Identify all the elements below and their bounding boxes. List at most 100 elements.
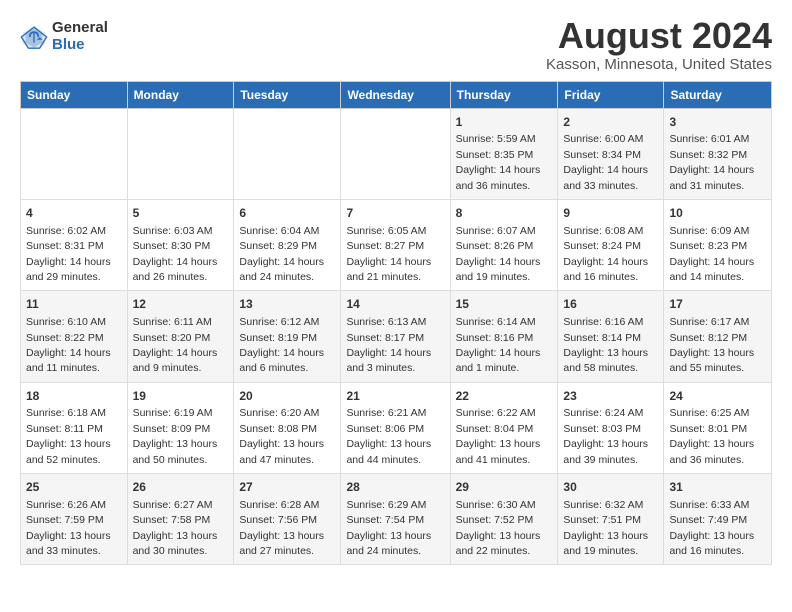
calendar-cell: 25 Sunrise: 6:26 AM Sunset: 7:59 PM Dayli… [21, 474, 128, 565]
calendar-cell: 27Sunrise: 6:28 AM Sunset: 7:56 PM Dayli… [234, 474, 341, 565]
calendar-cell [127, 108, 234, 199]
calendar-cell [21, 108, 128, 199]
day-info: Sunrise: 6:29 AM Sunset: 7:54 PM Dayligh… [346, 499, 431, 557]
calendar-cell: 14 Sunrise: 6:13 AM Sunset: 8:17 PM Dayli… [341, 291, 450, 382]
day-info: Sunrise: 6:26 AM Sunset: 7:59 PM Dayligh… [26, 499, 111, 557]
calendar-cell: 4 Sunrise: 6:02 AM Sunset: 8:31 PM Daylig… [21, 199, 128, 290]
day-number: 2 [563, 114, 658, 131]
day-number: 24 [669, 388, 766, 405]
day-info: Sunrise: 6:32 AM Sunset: 7:51 PM Dayligh… [563, 499, 648, 557]
day-info: Sunrise: 6:27 AM Sunset: 7:58 PM Dayligh… [133, 499, 218, 557]
calendar-cell: 18 Sunrise: 6:18 AM Sunset: 8:11 PM Dayli… [21, 382, 128, 473]
col-sunday: Sunday [21, 81, 128, 108]
calendar-cell: 13Sunrise: 6:12 AM Sunset: 8:19 PM Dayli… [234, 291, 341, 382]
day-number: 4 [26, 205, 122, 222]
day-info: Sunrise: 6:04 AM Sunset: 8:29 PM Dayligh… [239, 225, 324, 283]
day-info: Sunrise: 6:07 AM Sunset: 8:26 PM Dayligh… [456, 225, 541, 283]
calendar-week-4: 25 Sunrise: 6:26 AM Sunset: 7:59 PM Dayli… [21, 474, 772, 565]
day-info: Sunrise: 6:03 AM Sunset: 8:30 PM Dayligh… [133, 225, 218, 283]
calendar-cell: 12 Sunrise: 6:11 AM Sunset: 8:20 PM Dayli… [127, 291, 234, 382]
day-number: 13 [239, 296, 335, 313]
calendar-cell: 3 Sunrise: 6:01 AM Sunset: 8:32 PM Daylig… [664, 108, 772, 199]
calendar-cell: 24Sunrise: 6:25 AM Sunset: 8:01 PM Dayli… [664, 382, 772, 473]
calendar-cell: 20Sunrise: 6:20 AM Sunset: 8:08 PM Dayli… [234, 382, 341, 473]
day-number: 10 [669, 205, 766, 222]
day-number: 15 [456, 296, 553, 313]
day-info: Sunrise: 6:13 AM Sunset: 8:17 PM Dayligh… [346, 316, 431, 374]
day-info: Sunrise: 6:10 AM Sunset: 8:22 PM Dayligh… [26, 316, 111, 374]
day-number: 31 [669, 479, 766, 496]
day-number: 12 [133, 296, 229, 313]
day-number: 7 [346, 205, 444, 222]
day-number: 11 [26, 296, 122, 313]
day-info: Sunrise: 6:11 AM Sunset: 8:20 PM Dayligh… [133, 316, 218, 374]
calendar-cell: 19Sunrise: 6:19 AM Sunset: 8:09 PM Dayli… [127, 382, 234, 473]
day-number: 23 [563, 388, 658, 405]
day-number: 29 [456, 479, 553, 496]
calendar-cell: 26 Sunrise: 6:27 AM Sunset: 7:58 PM Dayli… [127, 474, 234, 565]
calendar-cell: 9Sunrise: 6:08 AM Sunset: 8:24 PM Daylig… [558, 199, 664, 290]
day-info: Sunrise: 6:24 AM Sunset: 8:03 PM Dayligh… [563, 407, 648, 465]
day-info: Sunrise: 6:00 AM Sunset: 8:34 PM Dayligh… [563, 133, 648, 191]
day-number: 8 [456, 205, 553, 222]
day-number: 1 [456, 114, 553, 131]
calendar-cell: 29 Sunrise: 6:30 AM Sunset: 7:52 PM Dayli… [450, 474, 558, 565]
day-info: Sunrise: 6:21 AM Sunset: 8:06 PM Dayligh… [346, 407, 431, 465]
day-info: Sunrise: 6:33 AM Sunset: 7:49 PM Dayligh… [669, 499, 754, 557]
day-info: Sunrise: 6:02 AM Sunset: 8:31 PM Dayligh… [26, 225, 111, 283]
calendar-cell: 6 Sunrise: 6:04 AM Sunset: 8:29 PM Daylig… [234, 199, 341, 290]
logo: General Blue [20, 20, 108, 53]
calendar-cell: 28 Sunrise: 6:29 AM Sunset: 7:54 PM Dayli… [341, 474, 450, 565]
day-number: 5 [133, 205, 229, 222]
calendar-cell: 31 Sunrise: 6:33 AM Sunset: 7:49 PM Dayli… [664, 474, 772, 565]
day-number: 14 [346, 296, 444, 313]
day-number: 19 [133, 388, 229, 405]
day-info: Sunrise: 5:59 AM Sunset: 8:35 PM Dayligh… [456, 133, 541, 191]
calendar-cell: 16 Sunrise: 6:16 AM Sunset: 8:14 PM Dayli… [558, 291, 664, 382]
day-number: 26 [133, 479, 229, 496]
day-number: 17 [669, 296, 766, 313]
header-row: Sunday Monday Tuesday Wednesday Thursday… [21, 81, 772, 108]
calendar-cell: 5 Sunrise: 6:03 AM Sunset: 8:30 PM Daylig… [127, 199, 234, 290]
col-thursday: Thursday [450, 81, 558, 108]
day-number: 22 [456, 388, 553, 405]
calendar-cell: 15 Sunrise: 6:14 AM Sunset: 8:16 PM Dayli… [450, 291, 558, 382]
day-info: Sunrise: 6:16 AM Sunset: 8:14 PM Dayligh… [563, 316, 648, 374]
calendar-cell: 2 Sunrise: 6:00 AM Sunset: 8:34 PM Daylig… [558, 108, 664, 199]
day-info: Sunrise: 6:09 AM Sunset: 8:23 PM Dayligh… [669, 225, 754, 283]
day-info: Sunrise: 6:14 AM Sunset: 8:16 PM Dayligh… [456, 316, 541, 374]
day-info: Sunrise: 6:22 AM Sunset: 8:04 PM Dayligh… [456, 407, 541, 465]
day-number: 30 [563, 479, 658, 496]
calendar-week-0: 1 Sunrise: 5:59 AM Sunset: 8:35 PM Daylig… [21, 108, 772, 199]
day-info: Sunrise: 6:30 AM Sunset: 7:52 PM Dayligh… [456, 499, 541, 557]
day-info: Sunrise: 6:18 AM Sunset: 8:11 PM Dayligh… [26, 407, 111, 465]
logo-general: General [52, 20, 108, 37]
day-number: 16 [563, 296, 658, 313]
day-number: 6 [239, 205, 335, 222]
calendar-table: Sunday Monday Tuesday Wednesday Thursday… [20, 81, 772, 566]
col-saturday: Saturday [664, 81, 772, 108]
calendar-cell: 21 Sunrise: 6:21 AM Sunset: 8:06 PM Dayli… [341, 382, 450, 473]
title-block: August 2024 Kasson, Minnesota, United St… [546, 16, 772, 73]
day-number: 21 [346, 388, 444, 405]
calendar-cell: 17Sunrise: 6:17 AM Sunset: 8:12 PM Dayli… [664, 291, 772, 382]
calendar-cell: 8 Sunrise: 6:07 AM Sunset: 8:26 PM Daylig… [450, 199, 558, 290]
calendar-cell: 23 Sunrise: 6:24 AM Sunset: 8:03 PM Dayli… [558, 382, 664, 473]
calendar-cell: 11 Sunrise: 6:10 AM Sunset: 8:22 PM Dayli… [21, 291, 128, 382]
logo-icon [20, 23, 48, 51]
calendar-cell: 7Sunrise: 6:05 AM Sunset: 8:27 PM Daylig… [341, 199, 450, 290]
calendar-cell [341, 108, 450, 199]
calendar-cell: 10 Sunrise: 6:09 AM Sunset: 8:23 PM Dayli… [664, 199, 772, 290]
day-info: Sunrise: 6:01 AM Sunset: 8:32 PM Dayligh… [669, 133, 754, 191]
day-number: 3 [669, 114, 766, 131]
day-number: 28 [346, 479, 444, 496]
col-tuesday: Tuesday [234, 81, 341, 108]
calendar-cell: 22 Sunrise: 6:22 AM Sunset: 8:04 PM Dayli… [450, 382, 558, 473]
col-wednesday: Wednesday [341, 81, 450, 108]
day-info: Sunrise: 6:20 AM Sunset: 8:08 PM Dayligh… [239, 407, 324, 465]
calendar-cell [234, 108, 341, 199]
logo-blue: Blue [52, 37, 108, 54]
calendar-week-2: 11 Sunrise: 6:10 AM Sunset: 8:22 PM Dayli… [21, 291, 772, 382]
day-number: 18 [26, 388, 122, 405]
day-number: 25 [26, 479, 122, 496]
